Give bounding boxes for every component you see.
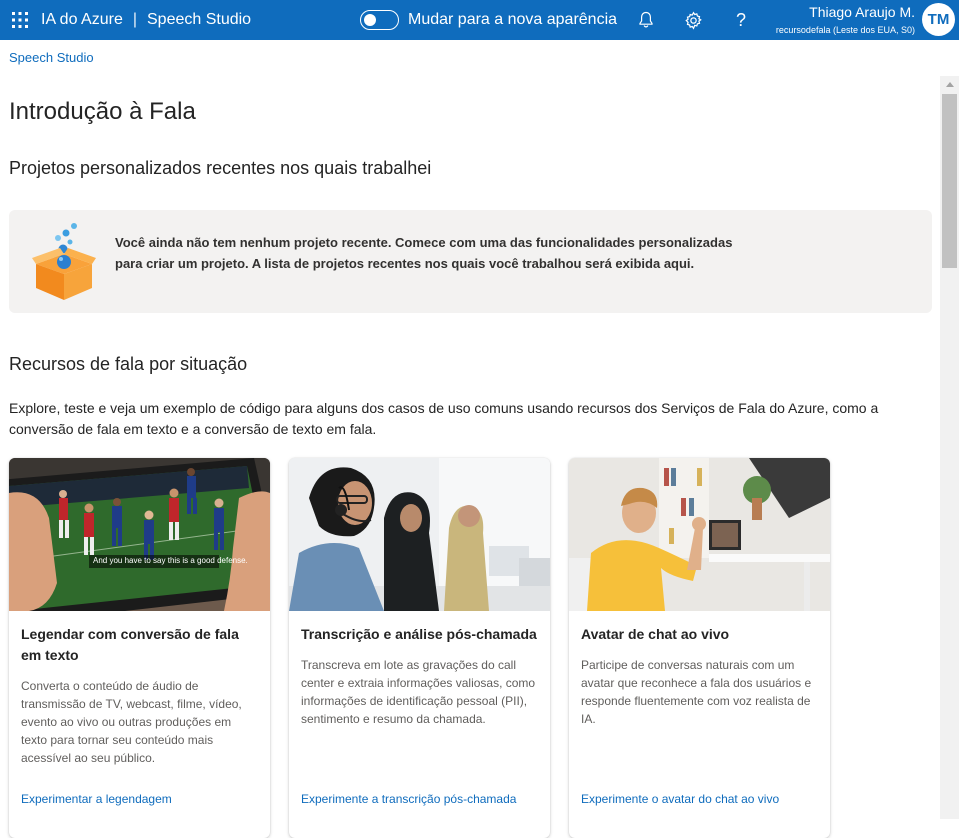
card-image-soccer-tablet: And you have to say this is a good defen… <box>9 458 270 611</box>
card-captioning[interactable]: And you have to say this is a good defen… <box>9 458 270 838</box>
scroll-up-button[interactable] <box>940 76 959 93</box>
card-live-chat-avatar[interactable]: Avatar de chat ao vivo Participe de conv… <box>569 458 830 838</box>
help-icon[interactable]: ? <box>731 10 751 30</box>
toggle-label: Mudar para a nova aparência <box>408 11 618 28</box>
help-glyph: ? <box>735 10 746 30</box>
recent-projects-heading: Projetos personalizados recentes nos qua… <box>9 158 432 178</box>
waffle-icon[interactable] <box>11 11 29 29</box>
user-resource: recursodefala (Leste dos EUA, S0) <box>775 25 915 35</box>
video-caption: And you have to say this is a good defen… <box>93 556 248 565</box>
user-account[interactable]: Thiago Araujo M. recursodefala (Leste do… <box>776 4 915 37</box>
card-title: Avatar de chat ao vivo <box>581 626 730 642</box>
bell-icon[interactable] <box>636 10 656 30</box>
user-name: Thiago Araujo M. <box>809 4 915 20</box>
toggle-switch[interactable] <box>360 10 399 30</box>
card-title: Legendar com conversão de fala em texto <box>21 626 239 663</box>
vertical-scrollbar[interactable] <box>940 76 959 819</box>
live-chat-avatar-link[interactable]: Experimente o avatar do chat ao vivo <box>581 792 779 806</box>
gear-icon[interactable] <box>683 10 703 30</box>
product-name[interactable]: Speech Studio <box>147 11 251 29</box>
card-image-call-center <box>289 458 550 611</box>
breadcrumb[interactable]: Speech Studio <box>9 50 94 65</box>
page-title: Introdução à Fala <box>9 98 196 125</box>
card-title: Transcrição e análise pós-chamada <box>301 626 537 642</box>
card-post-call-transcription[interactable]: Transcrição e análise pós-chamada Transc… <box>289 458 550 838</box>
card-image-video-chat <box>569 458 830 611</box>
package-icon <box>30 220 100 302</box>
empty-projects-message: Você ainda não tem nenhum projeto recent… <box>115 235 733 271</box>
empty-projects-panel: Você ainda não tem nenhum projeto recent… <box>9 210 932 313</box>
card-description: Participe de conversas naturais com um a… <box>581 658 812 726</box>
card-description: Transcreva em lote as gravações do call … <box>301 658 536 726</box>
brand: IA do Azure | Speech Studio <box>41 0 251 40</box>
post-call-transcription-link[interactable]: Experimente a transcrição pós-chamada <box>301 792 516 806</box>
card-description: Converta o conteúdo de áudio de transmis… <box>21 679 242 765</box>
new-look-toggle[interactable]: Mudar para a nova aparência <box>360 0 617 40</box>
top-bar: IA do Azure | Speech Studio Mudar para a… <box>0 0 959 40</box>
app-name[interactable]: IA do Azure <box>41 11 123 29</box>
captioning-link[interactable]: Experimentar a legendagem <box>21 792 172 806</box>
scenarios-intro: Explore, teste e veja um exemplo de códi… <box>9 400 879 437</box>
toggle-knob <box>364 14 376 26</box>
avatar[interactable]: TM <box>922 3 955 36</box>
scroll-thumb[interactable] <box>942 94 957 268</box>
brand-separator: | <box>132 11 137 28</box>
scenarios-heading: Recursos de fala por situação <box>9 354 248 374</box>
